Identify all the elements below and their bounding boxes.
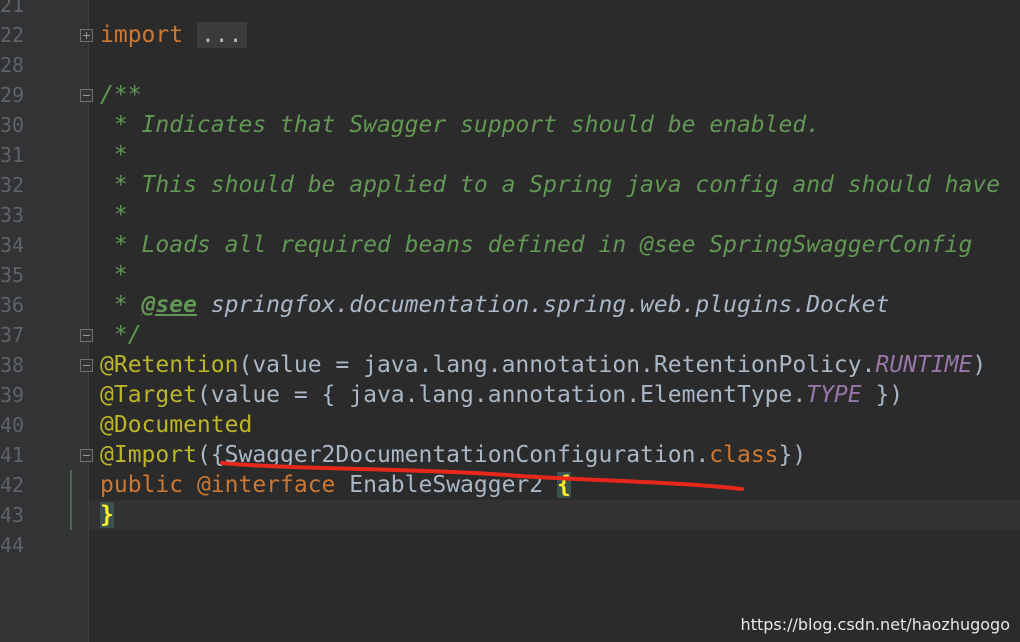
line-number: 29: [0, 83, 25, 107]
expand-fold-icon[interactable]: [80, 29, 93, 42]
javadoc-see-reference[interactable]: springfox.documentation.spring.web.plugi…: [197, 292, 890, 318]
code-text: ({Swagger2DocumentationConfiguration.: [196, 442, 710, 468]
code-line[interactable]: }: [100, 500, 114, 530]
javadoc-line: /**: [100, 82, 142, 108]
line-number: 38: [0, 353, 25, 377]
code-editor[interactable]: 21 22 28 29 30 31 32 33 34 35 36 37 38 3…: [0, 0, 1020, 642]
javadoc-line: * Loads all required beans defined in @s…: [100, 232, 973, 258]
line-number: 39: [0, 383, 25, 407]
interface-name[interactable]: EnableSwagger2: [335, 472, 557, 498]
javadoc-line: *: [100, 202, 128, 228]
public-keyword: public: [100, 472, 197, 498]
interface-keyword: @interface: [196, 472, 336, 498]
code-line[interactable]: import ...: [100, 20, 247, 50]
collapse-fold-icon[interactable]: [80, 89, 93, 102]
javadoc-line: * @see springfox.documentation.spring.we…: [100, 290, 889, 320]
open-brace: {: [556, 472, 571, 498]
code-text: (value = java.lang.annotation.RetentionP…: [238, 352, 876, 378]
line-number: 28: [0, 53, 25, 77]
red-underline-annotation: [220, 461, 744, 491]
code-text: }): [861, 382, 904, 408]
code-line[interactable]: public @interface EnableSwagger2 {: [100, 470, 571, 500]
javadoc-line: *: [100, 142, 128, 168]
runtime-constant[interactable]: RUNTIME: [875, 352, 972, 378]
code-text: }): [778, 442, 807, 468]
javadoc-see-tag: @see: [141, 292, 197, 318]
code-line[interactable]: @Documented: [100, 410, 252, 440]
code-line[interactable]: @Import({Swagger2DocumentationConfigurat…: [100, 440, 806, 470]
line-number: 34: [0, 233, 25, 257]
target-annotation[interactable]: @Target: [100, 382, 197, 408]
collapse-fold-icon[interactable]: [80, 359, 93, 372]
code-line[interactable]: @Retention(value = java.lang.annotation.…: [100, 350, 986, 380]
type-constant[interactable]: TYPE: [806, 382, 861, 408]
watermark-text: https://blog.csdn.net/haozhugogo: [740, 615, 1010, 634]
line-number: 37: [0, 323, 25, 347]
javadoc-line: */: [100, 322, 142, 348]
javadoc-line: * This should be applied to a Spring jav…: [100, 172, 1001, 198]
line-number: 41: [0, 443, 25, 467]
line-number: 30: [0, 113, 25, 137]
line-number: 31: [0, 143, 25, 167]
code-text: ): [972, 352, 987, 378]
folded-imports[interactable]: ...: [196, 22, 247, 48]
line-number: 33: [0, 203, 25, 227]
close-brace: }: [100, 502, 114, 528]
collapse-fold-icon[interactable]: [80, 449, 93, 462]
line-number: 35: [0, 263, 25, 287]
code-line[interactable]: @Target(value = { java.lang.annotation.E…: [100, 380, 903, 410]
javadoc-line: * Indicates that Swagger support should …: [100, 112, 821, 138]
line-number: 22: [0, 23, 25, 47]
retention-annotation[interactable]: @Retention: [100, 352, 238, 378]
line-number: 40: [0, 413, 25, 437]
line-number: 36: [0, 293, 25, 317]
javadoc-line: *: [100, 262, 128, 288]
line-number: 32: [0, 173, 25, 197]
code-text: (value = { java.lang.annotation.ElementT…: [196, 382, 807, 408]
class-keyword: class: [709, 442, 779, 468]
current-line-highlight: [89, 500, 1020, 530]
javadoc-star: *: [100, 292, 142, 318]
import-keyword: import: [100, 22, 184, 48]
import-annotation[interactable]: @Import: [100, 442, 197, 468]
line-number: 21: [0, 0, 25, 17]
line-number: 42: [0, 473, 25, 497]
line-number: 43: [0, 503, 25, 527]
line-number: 44: [0, 533, 25, 557]
collapse-fold-icon[interactable]: [80, 329, 93, 342]
documented-annotation[interactable]: @Documented: [100, 412, 252, 438]
vcs-change-marker[interactable]: [70, 470, 72, 530]
